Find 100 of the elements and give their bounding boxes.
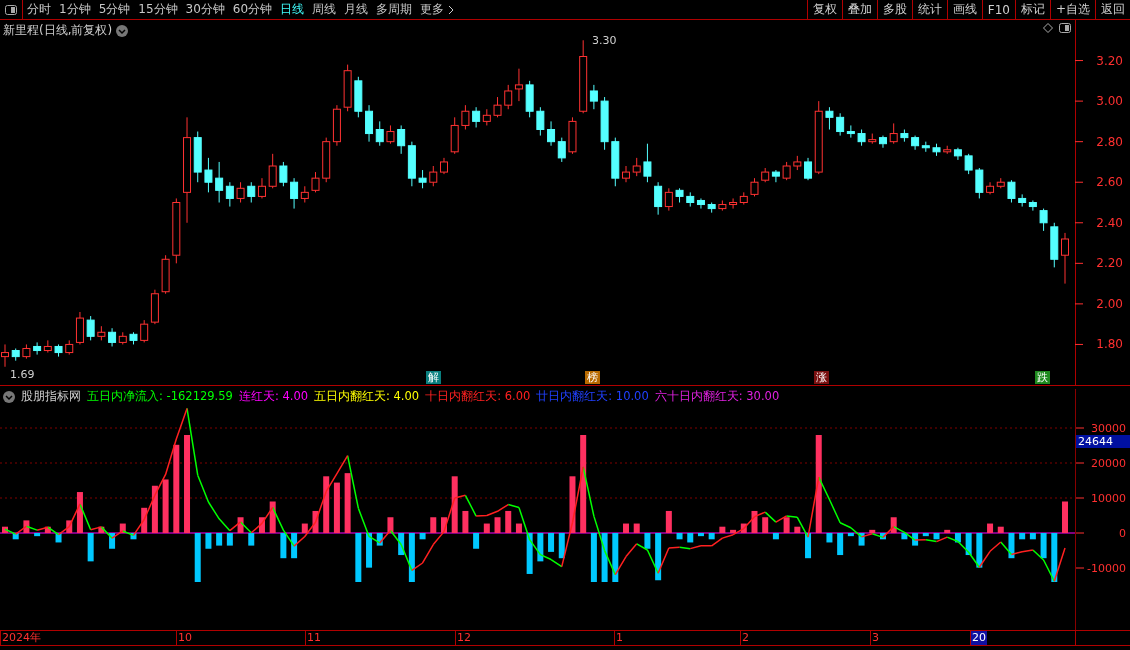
- candlestick: [729, 197, 738, 210]
- period-tab[interactable]: 周线: [308, 0, 341, 19]
- period-tab[interactable]: 60分钟: [228, 0, 277, 19]
- candlestick: [504, 84, 513, 110]
- legend-value: 十日内翻红天: 6.00: [425, 389, 531, 404]
- candlestick: [33, 341, 42, 356]
- chevron-down-icon[interactable]: [3, 390, 15, 403]
- signal-badge: 涨: [814, 371, 829, 384]
- axis-label: 2.80: [1096, 134, 1123, 149]
- date-label: 11: [305, 631, 322, 645]
- chevron-down-icon[interactable]: [116, 24, 129, 37]
- candlestick: [750, 177, 759, 197]
- date-label: 1: [614, 631, 624, 645]
- candlestick: [536, 106, 545, 137]
- legend-value: 六十日内翻红天: 30.00: [654, 389, 780, 404]
- candlestick: [836, 112, 845, 137]
- candlestick: [365, 104, 374, 143]
- candlestick: [782, 161, 791, 181]
- period-tab[interactable]: 分时: [23, 0, 55, 19]
- axis-label: 3.20: [1096, 53, 1123, 68]
- axis-label: 2.40: [1096, 215, 1123, 230]
- candlestick: [889, 122, 898, 145]
- candlestick: [268, 153, 277, 189]
- candlestick: [311, 171, 320, 193]
- candlestick: [632, 157, 641, 177]
- candlestick: [1007, 179, 1016, 203]
- candlestick: [493, 96, 502, 118]
- axis-label: 20000: [1091, 457, 1126, 470]
- toolbar-button[interactable]: 统计: [911, 0, 947, 19]
- axis-label: 1.80: [1096, 337, 1123, 352]
- period-tab[interactable]: 15分钟: [134, 0, 182, 19]
- candlestick: [804, 157, 813, 181]
- candlestick: [654, 181, 663, 216]
- candlestick: [664, 187, 673, 212]
- signal-badge: 榜: [585, 371, 600, 384]
- panel-toggle-icon[interactable]: [1059, 23, 1071, 33]
- date-label: 3: [870, 631, 880, 645]
- panel-toggle-icon[interactable]: [5, 4, 17, 15]
- toolbar-button[interactable]: F10: [981, 0, 1015, 19]
- high-price-label: 3.30: [592, 34, 617, 47]
- period-tab[interactable]: 日线: [276, 0, 309, 19]
- legend-value: 连红天: 4.00: [238, 389, 308, 404]
- chevron-right-icon: [447, 4, 456, 15]
- period-tab[interactable]: 30分钟: [181, 0, 229, 19]
- candlestick: [108, 327, 117, 347]
- candlestick: [1039, 208, 1048, 232]
- axis-label: 30000: [1091, 422, 1126, 435]
- current-value-label: 24644: [1076, 435, 1130, 448]
- diamond-icon[interactable]: [1043, 23, 1053, 33]
- candlestick: [514, 68, 523, 102]
- candlestick: [86, 315, 95, 341]
- candlestick: [215, 161, 224, 203]
- toolbar-button[interactable]: 复权: [806, 0, 842, 19]
- signal-badge: 解: [426, 371, 441, 384]
- candlestick: [140, 319, 149, 343]
- toolbar-button[interactable]: 多股: [876, 0, 912, 19]
- candlestick: [975, 167, 984, 199]
- date-label: 20: [970, 631, 987, 645]
- toolbar-button[interactable]: 返回: [1095, 0, 1130, 19]
- toolbar-button[interactable]: 画线: [946, 0, 982, 19]
- candlestick: [472, 106, 481, 128]
- date-label: 2024年: [0, 631, 42, 645]
- toolbar-button[interactable]: +自选: [1049, 0, 1095, 19]
- candlestick: [397, 124, 406, 155]
- period-tab[interactable]: 1分钟: [55, 0, 95, 19]
- candlestick: [236, 181, 245, 203]
- low-price-label: 1.69: [10, 368, 35, 381]
- period-tab[interactable]: 多周期: [372, 0, 417, 19]
- axis-label: 2.00: [1096, 296, 1123, 311]
- candlestick: [825, 106, 834, 130]
- candlestick: [418, 169, 427, 189]
- date-label: 10: [176, 631, 193, 645]
- candlestick: [279, 161, 288, 187]
- signal-badge: 跌: [1035, 371, 1050, 384]
- toolbar-button[interactable]: 叠加: [841, 0, 877, 19]
- axis-label: 0: [1119, 527, 1126, 540]
- axis-label: 2.60: [1096, 175, 1123, 190]
- candlestick: [964, 153, 973, 175]
- candlestick: [547, 120, 556, 147]
- candlestick: [696, 197, 705, 210]
- candlestick: [643, 143, 652, 183]
- date-label: 12: [455, 631, 472, 645]
- chart-title: 新里程(日线,前复权): [3, 22, 113, 39]
- legend-value: 五日内净流入: -162129.59: [87, 389, 233, 404]
- legend-value: 五日内翻红天: 4.00: [314, 389, 420, 404]
- axis-label: -10000: [1087, 562, 1126, 575]
- candlestick: [204, 157, 213, 193]
- period-tab[interactable]: 5分钟: [94, 0, 135, 19]
- legend-value: 廿日内翻红天: 10.00: [536, 389, 649, 404]
- candlestick: [846, 124, 855, 139]
- axis-label: 2.20: [1096, 256, 1123, 271]
- candlestick: [257, 177, 266, 199]
- candlestick: [247, 181, 256, 203]
- period-tab[interactable]: 更多: [416, 0, 460, 19]
- candlestick: [1061, 232, 1069, 285]
- candlestick: [557, 137, 566, 163]
- toolbar-button[interactable]: 标记: [1014, 0, 1050, 19]
- period-tab[interactable]: 月线: [340, 0, 373, 19]
- candlestick: [622, 165, 631, 183]
- indicator-name: 股朋指标网: [21, 388, 81, 405]
